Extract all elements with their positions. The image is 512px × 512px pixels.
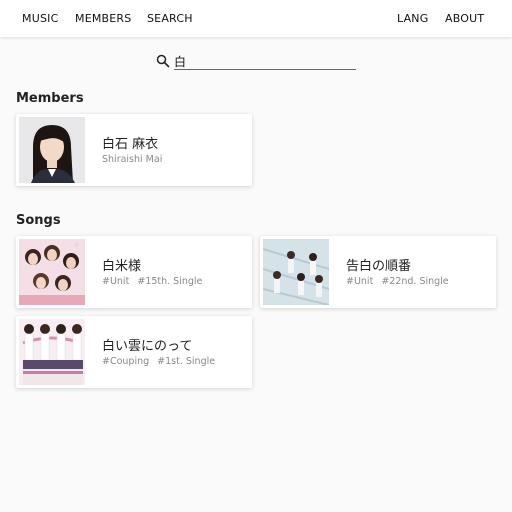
song-card[interactable]: ♡ 白米様 #Unit #15th. Single — [16, 236, 252, 308]
nav-members-link[interactable]: MEMBERS — [75, 12, 131, 25]
song-cover — [263, 239, 329, 305]
song-card[interactable]: 告白の順番 #Unit #22nd. Single — [260, 236, 496, 308]
song-cover — [19, 319, 85, 385]
nav-about-link[interactable]: ABOUT — [445, 12, 484, 25]
svg-text:♡: ♡ — [75, 243, 79, 249]
song-tag[interactable]: #22nd. Single — [381, 276, 448, 287]
member-card-shiraishi-mai[interactable]: 白石 麻衣 Shiraishi Mai — [16, 114, 252, 186]
song-cover: ♡ — [19, 239, 85, 305]
song-tags: #Unit #22nd. Single — [346, 276, 457, 287]
song-tag[interactable]: #1st. Single — [157, 356, 215, 367]
search-icon — [156, 54, 170, 68]
nav-lang-link[interactable]: LANG — [397, 12, 428, 25]
nav-search-link[interactable]: SEARCH — [147, 12, 193, 25]
song-title: 白い雲にのって — [102, 339, 193, 354]
song-title: 白米様 — [102, 259, 142, 274]
nav-music-link[interactable]: MUSIC — [22, 12, 58, 25]
song-tags: #Couping #1st. Single — [102, 356, 223, 367]
song-card[interactable]: 白い雲にのって #Couping #1st. Single — [16, 316, 252, 388]
member-name: 白石 麻衣 — [102, 137, 159, 152]
song-tag[interactable]: #Unit — [102, 276, 129, 287]
song-tags: #Unit #15th. Single — [102, 276, 210, 287]
members-section-title: Members — [16, 91, 84, 106]
song-title: 告白の順番 — [346, 259, 412, 274]
songs-section-title: Songs — [16, 213, 61, 228]
search-input[interactable] — [174, 53, 356, 70]
song-tag[interactable]: #Unit — [346, 276, 373, 287]
song-tag[interactable]: #15th. Single — [137, 276, 202, 287]
member-romaji: Shiraishi Mai — [102, 154, 163, 165]
top-navbar: MUSIC MEMBERS SEARCH LANG ABOUT — [0, 0, 512, 37]
song-tag[interactable]: #Couping — [102, 356, 149, 367]
member-photo — [19, 117, 85, 183]
